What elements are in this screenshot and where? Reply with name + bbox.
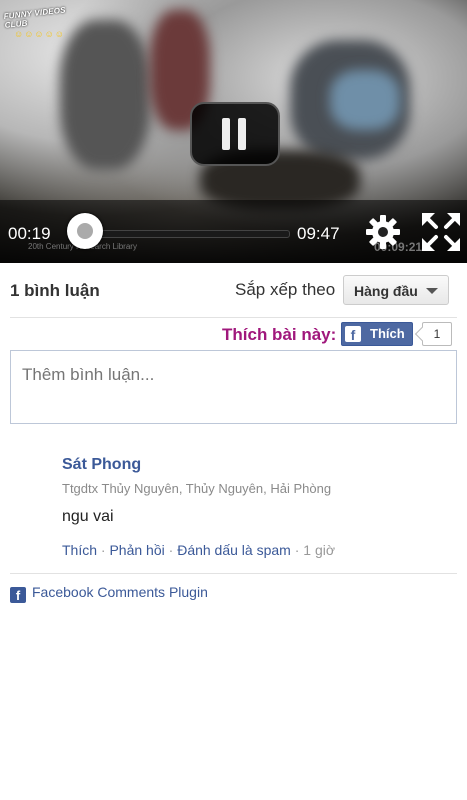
logo-text: FUNNY VIDEOS CLUB	[3, 5, 67, 30]
video-frame-figure	[60, 20, 150, 170]
footer-label[interactable]: Facebook Comments Plugin	[32, 584, 208, 600]
separator: ·	[168, 542, 178, 558]
divider	[10, 317, 457, 318]
facebook-like-button[interactable]: f Thích	[341, 322, 413, 346]
comment-author[interactable]: Sát Phong	[62, 456, 457, 474]
divider	[10, 573, 457, 574]
separator: ·	[294, 542, 304, 558]
video-frame-figure	[330, 70, 400, 130]
like-button-label: Thích	[370, 326, 405, 341]
seek-handle[interactable]	[67, 213, 103, 249]
video-player[interactable]: FUNNY VIDEOS CLUB ☺☺☺☺☺ 20th Century Res…	[0, 0, 467, 263]
comment-count: 1 bình luận	[10, 281, 100, 300]
comment-actions: Thích · Phản hồi · Đánh dấu là spam · 1 …	[62, 542, 457, 558]
like-bar: Thích bài này: f Thích 1	[0, 322, 467, 350]
sort-value: Hàng đầu	[354, 283, 418, 299]
pause-button[interactable]	[190, 102, 280, 166]
like-count: 1	[422, 322, 452, 346]
sort-select[interactable]: Hàng đầu	[343, 275, 449, 305]
gear-icon	[366, 215, 400, 249]
like-prompt: Thích bài này:	[222, 325, 337, 344]
comment-like-link[interactable]: Thích	[62, 542, 97, 558]
comment-spam-link[interactable]: Đánh dấu là spam	[177, 542, 291, 558]
expand-icon	[422, 213, 460, 251]
comment-age: 1 giờ	[303, 542, 336, 558]
comment-author-location: Ttgdtx Thủy Nguyên, Thủy Nguyên, Hải Phò…	[62, 481, 332, 496]
comment-item: Sát Phong Ttgdtx Thủy Nguyên, Thủy Nguyê…	[62, 456, 457, 558]
facebook-icon: f	[10, 587, 26, 603]
fullscreen-button[interactable]	[420, 211, 462, 253]
settings-button[interactable]	[364, 213, 402, 251]
current-time: 00:19	[8, 224, 51, 243]
duration: 09:47	[297, 224, 340, 243]
chevron-down-icon	[426, 288, 438, 294]
comment-text: ngu vai	[62, 508, 114, 525]
comment-reply-link[interactable]: Phản hồi	[109, 542, 164, 558]
comments-header: 1 bình luận Sắp xếp theo Hàng đầu	[10, 275, 457, 307]
plugin-footer[interactable]: f Facebook Comments Plugin	[10, 584, 208, 603]
facebook-icon: f	[345, 326, 361, 343]
channel-logo: FUNNY VIDEOS CLUB ☺☺☺☺☺	[3, 4, 80, 39]
player-controls: 20th Century Research Library 00:09:21 0…	[0, 200, 467, 263]
logo-faces: ☺☺☺☺☺	[14, 29, 65, 39]
sort-label: Sắp xếp theo	[235, 280, 336, 299]
comment-input[interactable]	[10, 350, 457, 424]
